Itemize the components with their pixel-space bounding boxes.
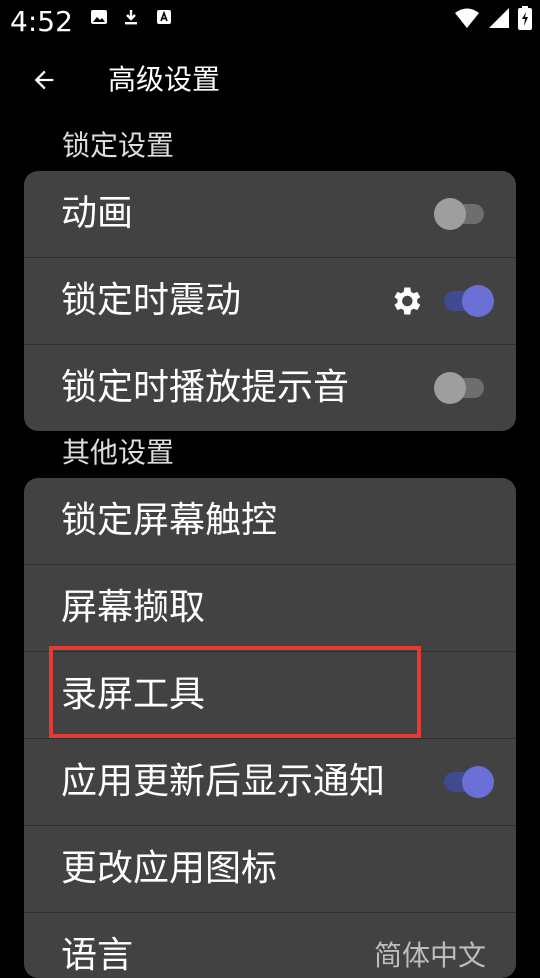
lock-settings-card: 动画 锁定时震动 锁定时播放提示音 — [24, 171, 516, 431]
app-bar: 高级设置 — [0, 50, 540, 110]
status-bar: 4:52 — [0, 0, 540, 44]
setting-row-lock-touch[interactable]: 锁定屏幕触控 — [24, 478, 516, 565]
signal-icon — [488, 7, 510, 33]
setting-label: 锁定时播放提示音 — [61, 367, 350, 408]
page-title: 高级设置 — [108, 63, 221, 96]
arrow-back-icon — [34, 70, 54, 90]
setting-label: 更改应用图标 — [61, 848, 278, 889]
setting-label: 屏幕撷取 — [61, 587, 206, 628]
setting-label: 锁定屏幕触控 — [61, 500, 278, 541]
setting-row-screenshot[interactable]: 屏幕撷取 — [24, 565, 516, 652]
update-notification-switch[interactable] — [444, 766, 494, 798]
setting-row-sound-on-lock[interactable]: 锁定时播放提示音 — [24, 345, 516, 431]
back-button[interactable] — [22, 58, 66, 102]
animation-switch[interactable] — [434, 198, 484, 230]
other-settings-card: 锁定屏幕触控 屏幕撷取 录屏工具 应用更新后显示通知 更改应用图标 语言 简体中… — [24, 478, 516, 978]
image-icon — [90, 8, 108, 30]
setting-label: 动画 — [61, 193, 134, 234]
setting-label: 锁定时震动 — [61, 280, 242, 321]
wifi-icon — [454, 7, 480, 33]
download-icon — [122, 8, 140, 30]
status-time: 4:52 — [10, 5, 73, 38]
setting-label: 应用更新后显示通知 — [61, 761, 386, 802]
setting-row-animation[interactable]: 动画 — [24, 171, 516, 258]
section-header-lock-settings: 锁定设置 — [62, 129, 175, 162]
gear-icon[interactable] — [388, 283, 424, 319]
section-header-other-settings: 其他设置 — [62, 436, 175, 469]
vibrate-on-lock-switch[interactable] — [444, 285, 494, 317]
font-icon — [155, 8, 173, 30]
battery-charging-icon — [518, 6, 532, 34]
setting-row-vibrate-on-lock[interactable]: 锁定时震动 — [24, 258, 516, 345]
setting-label: 语言 — [61, 935, 134, 976]
setting-row-update-notification[interactable]: 应用更新后显示通知 — [24, 739, 516, 826]
setting-row-language[interactable]: 语言 简体中文 — [24, 913, 516, 978]
setting-row-change-app-icon[interactable]: 更改应用图标 — [24, 826, 516, 913]
sound-on-lock-switch[interactable] — [434, 372, 484, 404]
language-value: 简体中文 — [373, 939, 486, 972]
setting-row-screen-recorder[interactable]: 录屏工具 — [24, 652, 516, 739]
setting-label: 录屏工具 — [61, 674, 206, 715]
